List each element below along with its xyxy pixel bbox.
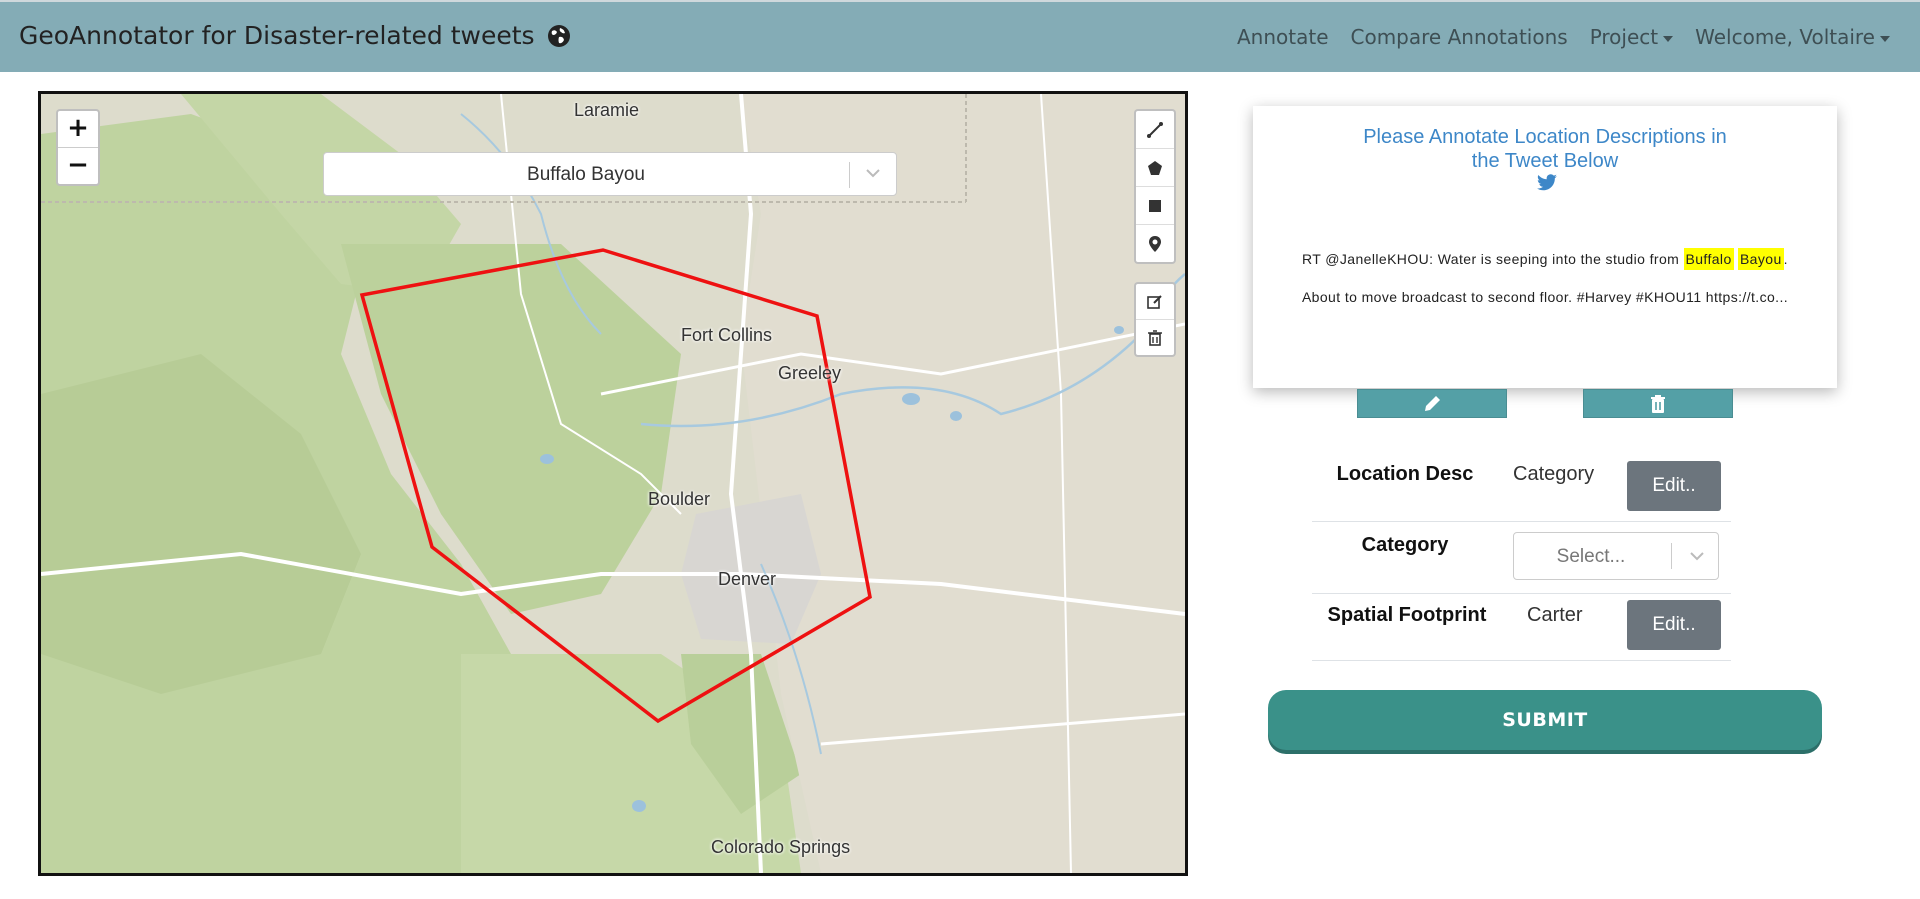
tweet-card-title: Please Annotate Location Descriptions in… xyxy=(1363,126,1727,172)
highlight-pen-button[interactable] xyxy=(1357,389,1507,418)
nav-project-dropdown[interactable]: Project xyxy=(1589,25,1674,49)
delete-layers-icon xyxy=(1148,329,1162,346)
nav-project-label: Project xyxy=(1589,25,1659,49)
app-brand[interactable]: GeoAnnotator for Disaster-related tweets xyxy=(19,21,571,50)
chevron-down-icon xyxy=(866,169,880,178)
globe-icon xyxy=(547,24,571,48)
pen-icon xyxy=(1425,395,1440,411)
draw-polyline-button[interactable] xyxy=(1136,111,1174,148)
nav-compare-annotations[interactable]: Compare Annotations xyxy=(1351,25,1568,49)
city-label-fort-collins: Fort Collins xyxy=(681,325,773,345)
delete-layers-button[interactable] xyxy=(1136,319,1174,355)
nav-annotate[interactable]: Annotate xyxy=(1237,25,1329,49)
category-placeholder: Select... xyxy=(1556,546,1626,567)
location-desc-value: Category xyxy=(1513,463,1595,485)
edit-toolbar xyxy=(1134,282,1176,357)
row-divider xyxy=(1312,593,1731,594)
edit-spatial-footprint-button[interactable]: Edit.. xyxy=(1627,600,1721,650)
clear-highlight-button[interactable] xyxy=(1583,389,1733,418)
trash-icon xyxy=(1651,394,1665,413)
nav-user-label: Welcome, Voltaire xyxy=(1695,25,1875,49)
edit-layers-button[interactable] xyxy=(1136,284,1174,319)
map-tiles xyxy=(41,94,1185,873)
nav-user-dropdown[interactable]: Welcome, Voltaire xyxy=(1695,25,1890,49)
category-select[interactable]: Select... xyxy=(1513,532,1719,580)
navbar: GeoAnnotator for Disaster-related tweets… xyxy=(0,0,1920,72)
row-divider xyxy=(1312,521,1731,522)
row-divider xyxy=(1312,660,1731,661)
caret-down-icon xyxy=(1663,35,1674,42)
spatial-footprint-label: Spatial Footprint xyxy=(1327,604,1487,626)
zoom-control: + − xyxy=(56,109,100,186)
map-view[interactable]: Laramie Fort Collins Greeley Boulder Den… xyxy=(38,91,1188,876)
tweet-text-before: RT @JanelleKHOU: Water is seeping into t… xyxy=(1302,251,1684,267)
spatial-footprint-value: Carter xyxy=(1527,604,1583,626)
draw-polygon-button[interactable] xyxy=(1136,148,1174,186)
draw-rectangle-button[interactable] xyxy=(1136,186,1174,224)
city-label-boulder: Boulder xyxy=(648,489,711,509)
submit-button[interactable]: SUBMIT xyxy=(1268,690,1822,750)
polygon-icon xyxy=(1148,160,1162,175)
chevron-down-icon xyxy=(1690,552,1704,561)
city-label-colorado-springs: Colorado Springs xyxy=(711,837,851,857)
tweet-highlight-buffalo[interactable]: Buffalo xyxy=(1683,248,1734,270)
category-label: Category xyxy=(1361,534,1449,556)
tweet-text: RT @JanelleKHOU: Water is seeping into t… xyxy=(1293,240,1797,316)
location-search-select[interactable]: Buffalo Bayou xyxy=(323,152,897,196)
select-separator xyxy=(1671,543,1672,569)
select-separator xyxy=(849,162,850,188)
tweet-highlight-bayou[interactable]: Bayou xyxy=(1737,248,1784,270)
city-label-greeley: Greeley xyxy=(778,363,842,383)
draw-marker-button[interactable] xyxy=(1136,224,1174,262)
zoom-in-button[interactable]: + xyxy=(58,111,98,147)
polyline-icon xyxy=(1147,121,1163,138)
edit-layers-icon xyxy=(1147,294,1162,309)
city-label-denver: Denver xyxy=(718,569,777,589)
nav-links: Annotate Compare Annotations Project Wel… xyxy=(1237,25,1890,49)
city-label-laramie: Laramie xyxy=(574,100,640,120)
draw-toolbar xyxy=(1134,109,1176,264)
caret-down-icon xyxy=(1880,35,1890,42)
marker-icon xyxy=(1149,235,1161,252)
location-search-value: Buffalo Bayou xyxy=(527,164,645,185)
app-title: GeoAnnotator for Disaster-related tweets xyxy=(19,21,535,50)
tweet-card: Please Annotate Location Descriptions in… xyxy=(1253,106,1837,388)
zoom-out-button[interactable]: − xyxy=(58,147,98,184)
rectangle-icon xyxy=(1149,199,1161,212)
twitter-icon xyxy=(1537,174,1557,191)
location-desc-label: Location Desc xyxy=(1336,463,1474,485)
edit-location-desc-button[interactable]: Edit.. xyxy=(1627,461,1721,511)
